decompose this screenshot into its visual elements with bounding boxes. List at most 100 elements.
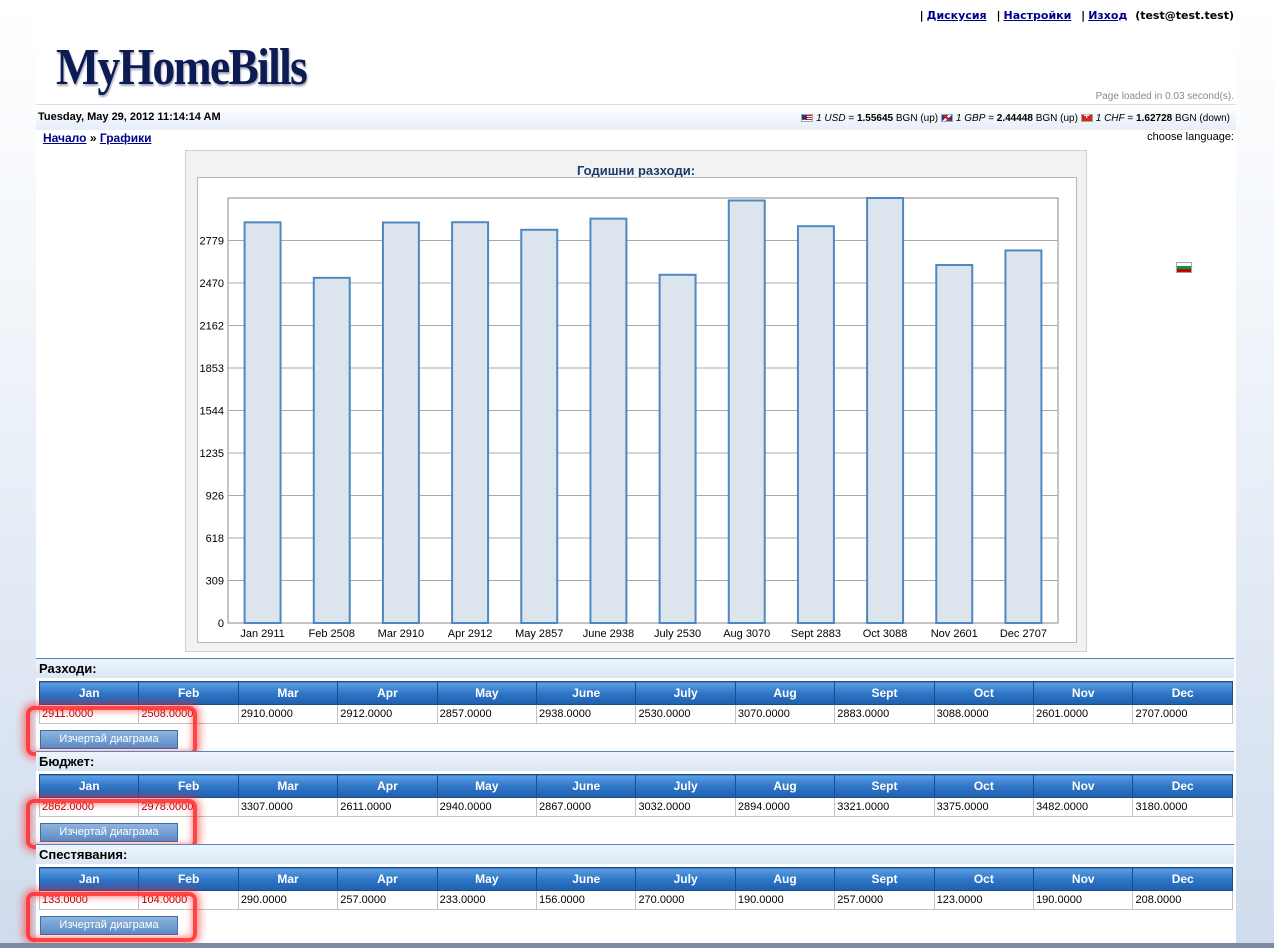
breadcrumb-charts[interactable]: Графики <box>100 131 152 145</box>
column-header: Oct <box>933 774 1035 798</box>
y-tick-label: 926 <box>206 491 224 503</box>
table-cell: 2867.0000 <box>536 797 637 817</box>
bar <box>520 228 559 625</box>
user-email: (test@test.test) <box>1135 9 1234 22</box>
table-cell: 2862.0000 <box>38 797 140 817</box>
bar <box>866 197 905 624</box>
ch-flag-icon <box>1080 111 1093 122</box>
table-cell: 3482.0000 <box>1033 797 1134 817</box>
x-tick-label: Apr 2912 <box>448 628 493 640</box>
x-tick-label: June 2938 <box>583 628 634 640</box>
column-header: June <box>536 774 637 798</box>
column-header: Nov <box>1033 774 1134 798</box>
y-tick-label: 1235 <box>200 448 224 460</box>
settings-link[interactable]: Настройки <box>1003 9 1071 22</box>
x-tick-label: July 2530 <box>654 628 701 640</box>
table-header-row: Jan Feb Mar Apr May June July Aug Sept Oct Nov Dec <box>38 681 1233 705</box>
y-tick-label: 2162 <box>200 320 224 332</box>
logout-link[interactable]: Изход <box>1088 9 1127 22</box>
budget-section-title: Бюджет: <box>36 751 1234 771</box>
rate-chf-label: 1 CHF <box>1095 113 1125 124</box>
column-header: Mar <box>237 681 339 705</box>
table-cell: 233.0000 <box>436 890 538 910</box>
table-cell: 2910.0000 <box>237 704 339 724</box>
table-row: 133.0000 104.0000 290.0000 257.0000 233.0000… <box>38 890 1233 910</box>
x-tick-label: Feb 2508 <box>309 628 355 640</box>
table-cell: 190.0000 <box>1033 890 1134 910</box>
column-header: Sept <box>834 867 935 891</box>
table-cell: 3032.0000 <box>635 797 736 817</box>
table-cell: 208.0000 <box>1132 890 1233 910</box>
column-header: Sept <box>834 681 935 705</box>
bar <box>451 221 490 624</box>
column-header: Mar <box>237 774 339 798</box>
table-cell: 3088.0000 <box>933 704 1035 724</box>
table-cell: 257.0000 <box>834 890 935 910</box>
bar <box>658 273 697 625</box>
column-header: June <box>536 681 637 705</box>
table-cell: 2508.0000 <box>138 704 239 724</box>
table-cell: 3375.0000 <box>933 797 1035 817</box>
column-header: May <box>436 774 538 798</box>
budget-table: Jan Feb Mar Apr May June July Aug Sept Oct Nov Dec 2… <box>38 774 1233 817</box>
table-cell: 2530.0000 <box>635 704 736 724</box>
column-header: May <box>436 867 538 891</box>
bar <box>243 221 282 625</box>
draw-chart-button[interactable]: Изчертай диаграма <box>40 916 178 935</box>
table-cell: 2707.0000 <box>1132 704 1233 724</box>
y-tick-label: 2470 <box>200 278 224 290</box>
draw-chart-button[interactable]: Изчертай диаграма <box>40 823 178 842</box>
discussion-link[interactable]: Дискусия <box>927 9 987 22</box>
column-header: July <box>635 681 736 705</box>
current-date: Tuesday, May 29, 2012 11:14:14 AM <box>38 111 221 123</box>
x-tick-label: Dec 2707 <box>1000 628 1047 640</box>
table-row: 2862.0000 2978.0000 3307.0000 2611.0000 2940… <box>38 797 1233 817</box>
us-flag-icon <box>801 114 814 122</box>
y-tick-label: 1853 <box>200 363 224 375</box>
table-cell: 2611.0000 <box>337 797 438 817</box>
rate-usd-value: 1.55645 <box>856 113 894 124</box>
chart-svg: 0 309 618 926 1235 1544 1853 2162 2470 2779 Jan 29… <box>200 197 1059 640</box>
y-tick-label: 1544 <box>200 406 224 418</box>
chart-plot-frame: 0 309 618 926 1235 1544 1853 2162 2470 2779 Jan 29… <box>197 177 1077 643</box>
logo[interactable]: MyHomeBills <box>56 38 308 97</box>
column-header: Nov <box>1033 867 1134 891</box>
bar <box>312 276 351 624</box>
savings-table: Jan Feb Mar Apr May June July Aug Sept Oct Nov Dec 1… <box>38 867 1233 910</box>
date-bar: Tuesday, May 29, 2012 11:14:14 AM 1 USD … <box>36 104 1236 130</box>
bar <box>1004 249 1043 624</box>
column-header: Nov <box>1033 681 1134 705</box>
draw-chart-button[interactable]: Изчертай диаграма <box>40 730 178 749</box>
table-row: 2911.0000 2508.0000 2910.0000 2912.0000 2857… <box>38 704 1233 724</box>
currency-rates: 1 USD = 1.55645 BGN (up) 1 GBP = 2.44448… <box>801 111 1230 124</box>
column-header: June <box>536 867 637 891</box>
column-header: Jan <box>38 774 140 798</box>
table-header-row: Jan Feb Mar Apr May June July Aug Sept Oct Nov Dec <box>38 867 1233 891</box>
expenses-table: Jan Feb Mar Apr May June July Aug Sept Oct Nov Dec 2… <box>38 681 1233 724</box>
bar <box>589 217 628 624</box>
table-cell: 156.0000 <box>536 890 637 910</box>
column-header: Aug <box>734 681 836 705</box>
taskbar-strip <box>0 943 1274 948</box>
table-cell: 290.0000 <box>237 890 339 910</box>
y-tick-label: 618 <box>206 533 224 545</box>
table-cell: 2912.0000 <box>337 704 438 724</box>
table-cell: 190.0000 <box>734 890 836 910</box>
bg-flag-icon[interactable] <box>1176 262 1192 273</box>
language-chooser: choose language: <box>1147 131 1234 273</box>
x-tick-label: Aug 3070 <box>723 628 770 640</box>
y-tick-label: 2779 <box>200 236 224 248</box>
table-cell: 2911.0000 <box>38 704 140 724</box>
x-tick-label: Nov 2601 <box>931 628 978 640</box>
breadcrumb-home[interactable]: Начало <box>43 131 86 145</box>
column-header: Jan <box>38 867 140 891</box>
column-header: Jan <box>38 681 140 705</box>
y-tick-label: 309 <box>206 575 224 587</box>
rate-gbp-suffix: BGN (up) <box>1035 113 1078 124</box>
x-tick-label: Oct 3088 <box>863 628 908 640</box>
chart-title: Годишни разходи: <box>576 163 696 178</box>
column-header: Dec <box>1132 867 1233 891</box>
breadcrumb: Начало » Графики <box>43 131 151 145</box>
gb-flag-icon <box>940 114 953 122</box>
table-cell: 2940.0000 <box>436 797 538 817</box>
